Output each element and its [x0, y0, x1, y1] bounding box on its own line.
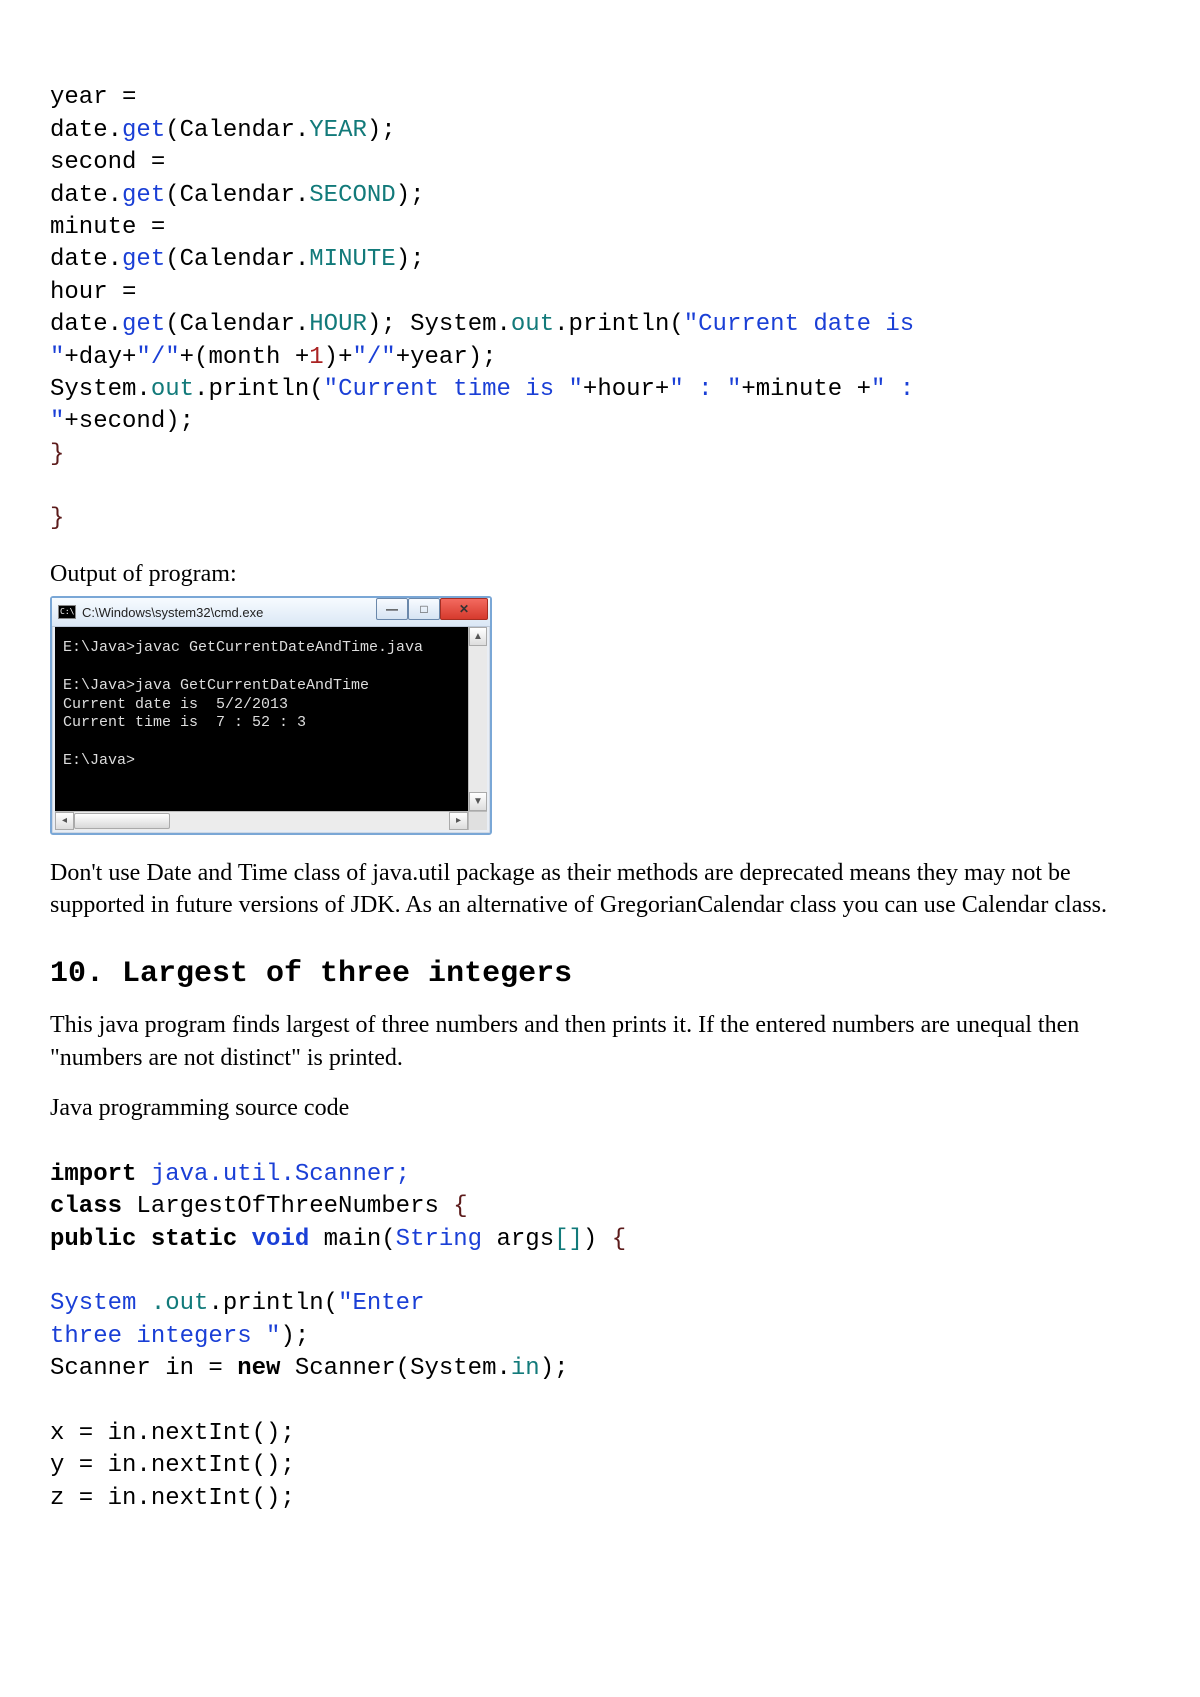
cmd-title-text: C:\Windows\system32\cmd.exe: [82, 605, 263, 620]
resize-grip-icon: [468, 812, 487, 830]
code-line: System .out.println("Enter: [50, 1290, 424, 1317]
code-line: }: [50, 505, 64, 532]
code-line: z = in.nextInt();: [50, 1485, 295, 1512]
horizontal-scrollbar[interactable]: ◂ ▸: [55, 811, 487, 830]
code-line: date.get(Calendar.SECOND);: [50, 182, 425, 209]
code-line: three integers ");: [50, 1323, 309, 1350]
code-line: date.get(Calendar.MINUTE);: [50, 246, 425, 273]
section-heading: 10. Largest of three integers: [50, 957, 1150, 991]
close-icon: ✕: [459, 602, 469, 616]
code-line: public static void main(String args[]) {: [50, 1226, 626, 1253]
cmd-window: C:\Windows\system32\cmd.exe — □ ✕ E:\Jav…: [50, 596, 492, 834]
code-block-2: import java.util.Scanner; class LargestO…: [50, 1126, 1150, 1515]
code-line: year =: [50, 84, 136, 111]
cmd-titlebar: C:\Windows\system32\cmd.exe — □ ✕: [52, 598, 490, 627]
code-line: "+second);: [50, 408, 194, 435]
paragraph-note: Don't use Date and Time class of java.ut…: [50, 857, 1150, 922]
code-line: import java.util.Scanner;: [50, 1161, 410, 1188]
paragraph-src-label: Java programming source code: [50, 1092, 1150, 1124]
scroll-up-icon[interactable]: ▲: [469, 627, 487, 646]
maximize-icon: □: [420, 602, 427, 616]
maximize-button[interactable]: □: [408, 598, 440, 620]
scroll-right-icon[interactable]: ▸: [449, 812, 468, 830]
cmd-icon: [58, 605, 76, 619]
code-line: "+day+"/"+(month +1)+"/"+year);: [50, 344, 497, 371]
output-label: Output of program:: [50, 558, 1150, 590]
minimize-button[interactable]: —: [376, 598, 408, 620]
cmd-output: E:\Java>javac GetCurrentDateAndTime.java…: [55, 627, 487, 810]
scroll-down-icon[interactable]: ▼: [469, 792, 487, 811]
code-line: x = in.nextInt();: [50, 1420, 295, 1447]
code-block-1: year = date.get(Calendar.YEAR); second =…: [50, 50, 1150, 536]
scrollbar-thumb[interactable]: [74, 813, 170, 829]
code-line: date.get(Calendar.HOUR); System.out.prin…: [50, 311, 914, 338]
code-line: y = in.nextInt();: [50, 1452, 295, 1479]
code-line: date.get(Calendar.YEAR);: [50, 117, 396, 144]
vertical-scrollbar[interactable]: ▲ ▼: [468, 627, 487, 810]
code-line: second =: [50, 149, 165, 176]
code-line: hour =: [50, 279, 136, 306]
code-line: minute =: [50, 214, 165, 241]
minimize-icon: —: [386, 602, 398, 616]
code-line: Scanner in = new Scanner(System.in);: [50, 1355, 569, 1382]
scroll-left-icon[interactable]: ◂: [55, 812, 74, 830]
code-line: }: [50, 441, 64, 468]
close-button[interactable]: ✕: [440, 598, 488, 620]
paragraph-desc: This java program finds largest of three…: [50, 1009, 1150, 1074]
code-line: System.out.println("Current time is "+ho…: [50, 376, 914, 403]
code-line: class LargestOfThreeNumbers {: [50, 1193, 468, 1220]
